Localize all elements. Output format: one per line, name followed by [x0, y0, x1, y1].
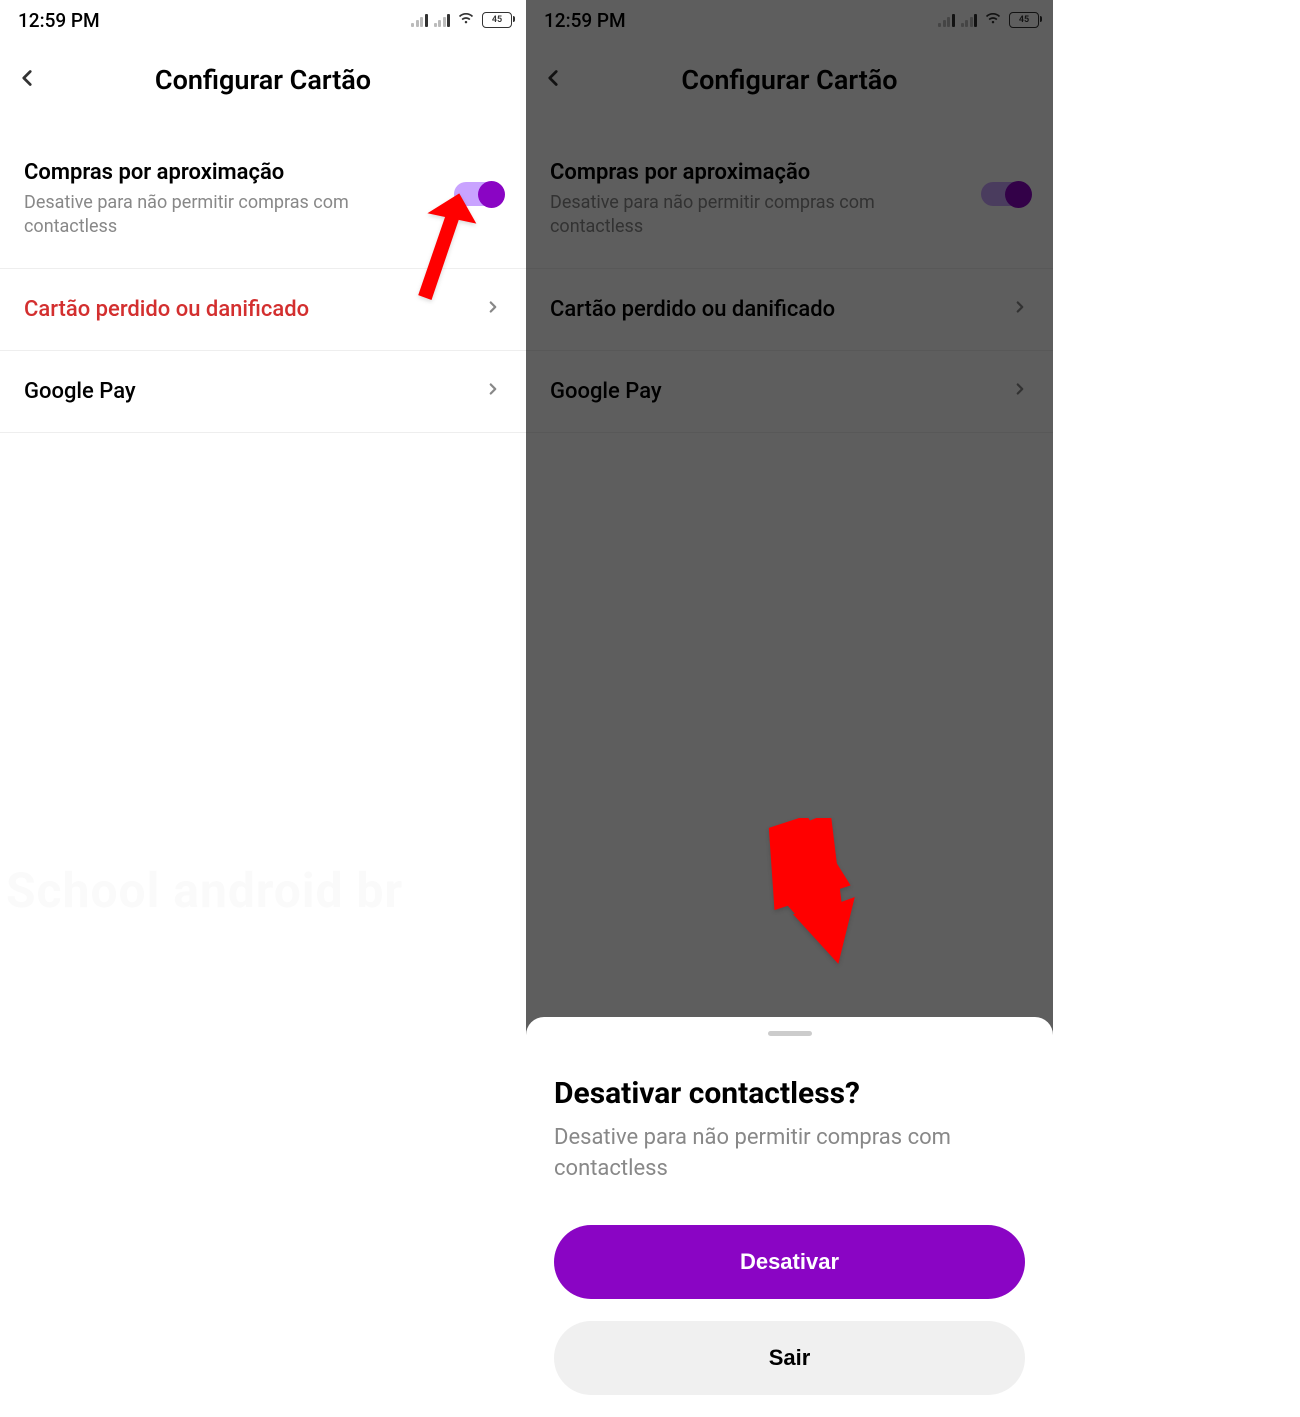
back-button[interactable] — [14, 65, 40, 95]
screen-right: 12:59 PM 45 Confi — [526, 0, 1053, 1417]
contactless-row: Compras por aproximação Desative para nã… — [0, 142, 526, 269]
sheet-handle[interactable] — [768, 1031, 812, 1036]
chevron-right-icon — [484, 380, 502, 402]
contactless-text: Compras por aproximação Desative para nã… — [24, 160, 454, 240]
page-title: Configurar Cartão — [14, 64, 512, 96]
signal-icon-2 — [434, 13, 451, 27]
toggle-knob — [478, 181, 505, 208]
contactless-title: Compras por aproximação — [24, 160, 430, 185]
chevron-right-icon — [484, 298, 502, 320]
wifi-icon — [456, 8, 476, 32]
exit-button[interactable]: Sair — [554, 1321, 1025, 1395]
contactless-description: Desative para não permitir compras com c… — [24, 191, 430, 240]
sheet-description: Desative para não permitir compras com c… — [526, 1123, 1053, 1225]
bottom-sheet: Desativar contactless? Desative para não… — [526, 1017, 1053, 1417]
sheet-title: Desativar contactless? — [526, 1076, 1053, 1123]
nav-header: Configurar Cartão — [0, 38, 526, 108]
menu-google-pay[interactable]: Google Pay — [0, 351, 526, 433]
contactless-toggle[interactable] — [454, 182, 502, 206]
menu-lost-card[interactable]: Cartão perdido ou danificado — [0, 269, 526, 351]
battery-level: 45 — [492, 15, 502, 25]
watermark: School android br — [6, 862, 403, 919]
status-icons: 45 — [411, 8, 512, 32]
google-pay-label: Google Pay — [24, 379, 136, 404]
battery-icon: 45 — [482, 12, 512, 28]
deactivate-button[interactable]: Desativar — [554, 1225, 1025, 1299]
content: Compras por aproximação Desative para nã… — [0, 108, 526, 433]
status-bar: 12:59 PM 45 — [0, 0, 526, 38]
screen-left: 12:59 PM 45 Confi — [0, 0, 526, 1417]
status-time: 12:59 PM — [18, 9, 100, 32]
lost-card-label: Cartão perdido ou danificado — [24, 297, 309, 322]
signal-icon-1 — [411, 13, 428, 27]
